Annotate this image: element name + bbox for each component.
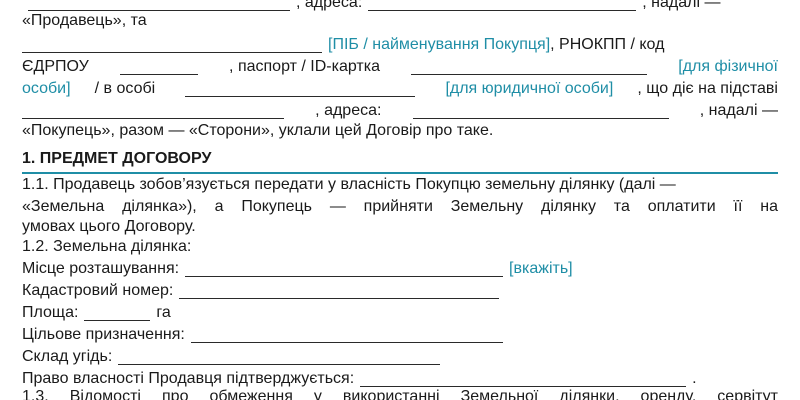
in-person-label: / в особі bbox=[94, 80, 156, 97]
legal-entity-hint: [для юридичної особи] bbox=[445, 80, 614, 97]
passport-label: , паспорт / ID-картка bbox=[229, 58, 380, 75]
buyer-passport-field[interactable] bbox=[411, 60, 648, 75]
clause-1-1-text-3: умовах цього Договору. bbox=[22, 218, 196, 235]
clause-1-2-text: 1.2. Земельна ділянка: bbox=[22, 238, 192, 255]
individual-hint: [для фізичної bbox=[678, 58, 778, 75]
location-row: Місце розташування: [вкажіть] bbox=[22, 258, 573, 280]
preamble-line-5: особи] / в особі [для юридичної особи] ,… bbox=[22, 78, 778, 100]
clause-1-3-line: 1.3. Відомості про обмеження у використа… bbox=[22, 386, 778, 400]
cadastral-row: Кадастровий номер: bbox=[22, 280, 505, 302]
hereinafter-label-1: , надалі — bbox=[642, 0, 721, 11]
acting-basis-field[interactable] bbox=[22, 104, 284, 119]
purpose-field[interactable] bbox=[190, 328, 503, 343]
land-composition-label: Склад угідь: bbox=[22, 348, 113, 365]
seller-reference: «Продавець», та bbox=[22, 12, 147, 29]
clause-1-1-line-1: 1.1. Продавець зобов’язується передати у… bbox=[22, 174, 778, 196]
hereinafter-label-2: , надалі — bbox=[699, 102, 778, 119]
preamble-line-3: [ПІБ / найменування Покупця] , РНОКПП / … bbox=[22, 34, 664, 56]
purpose-row: Цільове призначення: bbox=[22, 324, 509, 346]
purpose-label: Цільове призначення: bbox=[22, 326, 185, 343]
buyer-name-hint: [ПІБ / найменування Покупця] bbox=[328, 36, 551, 53]
clause-1-1-text-1: 1.1. Продавець зобов’язується передати у… bbox=[22, 176, 676, 193]
cadastral-label: Кадастровий номер: bbox=[22, 282, 174, 299]
seller-address-field[interactable] bbox=[368, 0, 637, 11]
location-field[interactable] bbox=[185, 262, 504, 277]
land-composition-field[interactable] bbox=[118, 350, 441, 365]
individual-hint-end: особи] bbox=[22, 80, 71, 97]
preamble-line-4: ЄДРПОУ , паспорт / ID-картка [для фізичн… bbox=[22, 56, 778, 78]
land-composition-row: Склад угідь: bbox=[22, 346, 446, 368]
area-field[interactable] bbox=[84, 306, 151, 321]
contract-page: , адреса: , надалі — «Продавець», та [ПІ… bbox=[0, 0, 800, 400]
location-label: Місце розташування: bbox=[22, 260, 180, 277]
clause-1-1-text-2: «Земельна ділянка»), а Покупець — прийня… bbox=[22, 198, 778, 215]
clause-1-2-line: 1.2. Земельна ділянка: bbox=[22, 236, 191, 258]
buyer-code-field[interactable] bbox=[119, 60, 198, 75]
acting-basis-label: , що діє на підставі bbox=[637, 80, 778, 97]
area-unit: га bbox=[156, 304, 171, 321]
preamble-line-6: , адреса: , надалі — bbox=[22, 100, 778, 122]
representative-field[interactable] bbox=[185, 82, 416, 97]
clause-1-1-line-3: умовах цього Договору. bbox=[22, 216, 196, 238]
rnokpp-label: , РНОКПП / код bbox=[550, 36, 665, 53]
clause-1-1-line-2: «Земельна ділянка»), а Покупець — прийня… bbox=[22, 196, 778, 218]
address-label-2: , адреса: bbox=[315, 102, 382, 119]
parties-statement: «Покупець», разом — «Сторони», уклали це… bbox=[22, 122, 494, 139]
ownership-field[interactable] bbox=[360, 372, 687, 387]
edrpou-label: ЄДРПОУ bbox=[22, 58, 89, 75]
buyer-address-field[interactable] bbox=[412, 104, 669, 119]
location-hint: [вкажіть] bbox=[509, 260, 573, 277]
area-label: Площа: bbox=[22, 304, 79, 321]
clause-1-3-text: 1.3. Відомості про обмеження у використа… bbox=[22, 388, 778, 400]
address-label-1: , адреса: bbox=[296, 0, 363, 11]
area-row: Площа: га bbox=[22, 302, 171, 324]
cadastral-field[interactable] bbox=[179, 284, 500, 299]
buyer-name-field[interactable] bbox=[22, 38, 322, 53]
section-1-heading: 1. ПРЕДМЕТ ДОГОВОРУ bbox=[22, 148, 778, 174]
preamble-line-7: «Покупець», разом — «Сторони», уклали це… bbox=[22, 120, 493, 142]
preamble-line-2: «Продавець», та bbox=[22, 10, 147, 32]
